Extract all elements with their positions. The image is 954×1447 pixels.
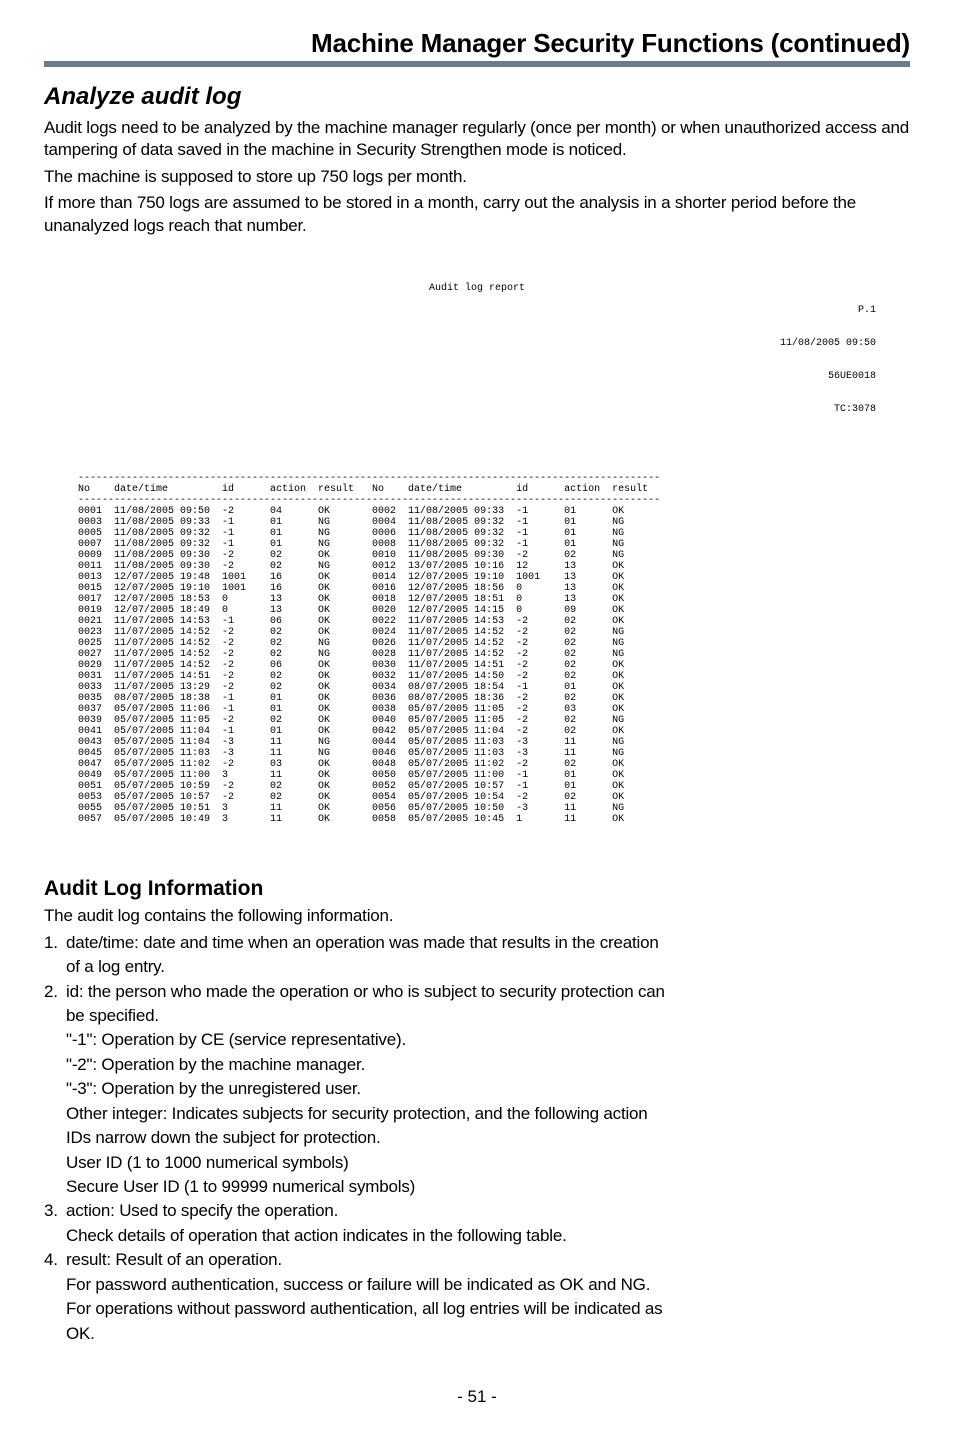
header-bar: Machine Manager Security Functions (cont… xyxy=(44,28,910,67)
audit-item-2-sub3: "-3": Operation by the unregistered user… xyxy=(66,1078,910,1100)
audit-item-2-sub4a: Other integer: Indicates subjects for se… xyxy=(66,1103,910,1125)
audit-item-1: 1.date/time: date and time when an opera… xyxy=(44,932,910,954)
header-title: Machine Manager Security Functions (cont… xyxy=(311,28,910,58)
audit-item-4d: OK. xyxy=(66,1323,910,1345)
report-title: Audit log report xyxy=(344,283,610,294)
section-heading: Analyze audit log xyxy=(44,83,910,111)
report-body: ----------------------------------------… xyxy=(78,473,876,825)
audit-info-intro: The audit log contains the following inf… xyxy=(44,905,910,927)
report-meta-1: 11/08/2005 09:50 xyxy=(610,338,876,349)
audit-info-heading: Audit Log Information xyxy=(44,877,910,901)
report-meta-3: TC:3078 xyxy=(610,404,876,415)
audit-item-2-sub6: Secure User ID (1 to 99999 numerical sym… xyxy=(66,1176,910,1198)
intro-para-3: If more than 750 logs are assumed to be … xyxy=(44,192,910,237)
audit-item-2: 2.id: the person who made the operation … xyxy=(44,981,910,1003)
report-meta-0: P.1 xyxy=(610,305,876,316)
audit-item-2-sub1: "-1": Operation by CE (service represent… xyxy=(66,1029,910,1051)
audit-item-2-sub5: User ID (1 to 1000 numerical symbols) xyxy=(66,1152,910,1174)
audit-item-2-sub4b: IDs narrow down the subject for protecti… xyxy=(66,1127,910,1149)
audit-item-2-sub2: "-2": Operation by the machine manager. xyxy=(66,1054,910,1076)
audit-item-4b: For password authentication, success or … xyxy=(66,1274,910,1296)
intro-para-1: Audit logs need to be analyzed by the ma… xyxy=(44,117,910,162)
audit-log-report: Audit log report P.1 11/08/2005 09:50 56… xyxy=(78,261,876,847)
audit-item-4: 4.result: Result of an operation. xyxy=(44,1249,910,1271)
page-number: - 51 - xyxy=(44,1387,910,1407)
audit-item-4c: For operations without password authenti… xyxy=(66,1298,910,1320)
audit-item-1b: of a log entry. xyxy=(66,956,910,978)
report-meta-2: 56UE0018 xyxy=(610,371,876,382)
audit-item-3b: Check details of operation that action i… xyxy=(66,1225,910,1247)
intro-para-2: The machine is supposed to store up 750 … xyxy=(44,166,910,188)
audit-item-3: 3.action: Used to specify the operation. xyxy=(44,1200,910,1222)
audit-item-2b: be specified. xyxy=(66,1005,910,1027)
